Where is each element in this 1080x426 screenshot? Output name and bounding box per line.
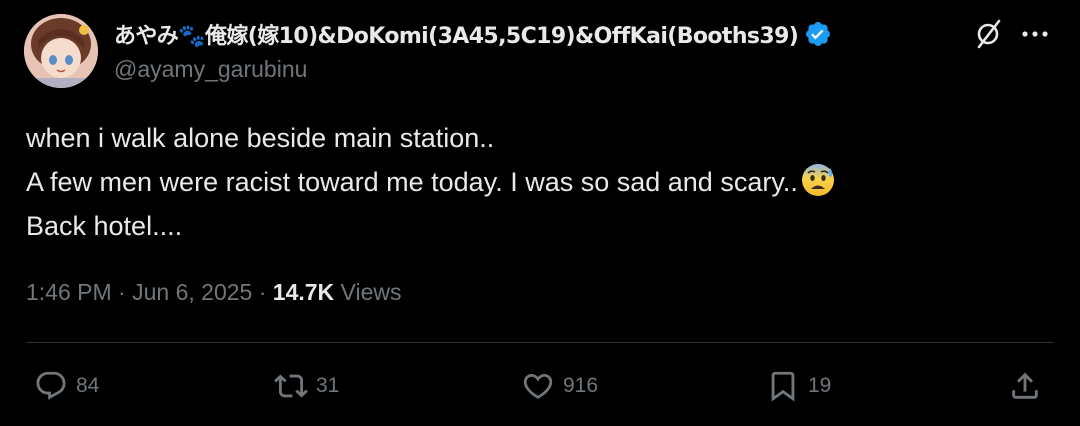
reply-icon (36, 371, 66, 400)
handle[interactable]: @ayamy_garubinu (114, 56, 307, 83)
bookmark-count: 19 (808, 374, 832, 397)
grok-icon[interactable] (972, 18, 1004, 50)
verified-icon (804, 20, 832, 48)
tweet-date[interactable]: Jun 6, 2025 (132, 279, 252, 305)
tweet-text-line: when i walk alone beside main station.. (26, 123, 495, 153)
tweet-text: when i walk alone beside main station.. … (26, 116, 1026, 248)
author-name-row[interactable]: あやみ🐾俺嫁(嫁10)&DoKomi(3A45,5C19)&OffKai(Boo… (114, 16, 832, 52)
bookmark-button[interactable]: 19 (766, 366, 831, 406)
tweet-time[interactable]: 1:46 PM (26, 279, 112, 305)
repost-count: 31 (316, 374, 340, 397)
views-label: Views (340, 279, 402, 305)
reply-button[interactable]: 84 (34, 366, 99, 406)
display-name[interactable]: あやみ🐾俺嫁(嫁10)&DoKomi(3A45,5C19)&OffKai(Boo… (114, 18, 799, 50)
tweet-text-line: Back hotel.... (26, 211, 183, 241)
like-icon (523, 373, 553, 399)
divider (26, 342, 1054, 343)
like-button[interactable]: 916 (521, 366, 598, 406)
share-icon (1012, 372, 1038, 399)
anxious-face-with-sweat-icon (800, 162, 836, 198)
more-icon[interactable] (1018, 20, 1052, 48)
tweet: あやみ🐾俺嫁(嫁10)&DoKomi(3A45,5C19)&OffKai(Boo… (0, 0, 1080, 426)
share-button[interactable] (1008, 366, 1042, 406)
tweet-text-line-with-emoji: A few men were racist toward me today. I… (26, 160, 1026, 204)
tweet-text-line: A few men were racist toward me today. I… (26, 167, 798, 197)
bookmark-icon (771, 371, 795, 402)
meta-separator: · (118, 279, 126, 305)
avatar[interactable] (24, 14, 98, 88)
reply-count: 84 (76, 374, 100, 397)
tweet-metadata: 1:46 PM · Jun 6, 2025 · 14.7K Views (26, 279, 401, 306)
like-count: 916 (563, 374, 599, 397)
repost-button[interactable]: 31 (274, 366, 339, 406)
views-count[interactable]: 14.7K (273, 279, 334, 305)
meta-separator: · (258, 279, 267, 305)
repost-icon (274, 374, 308, 398)
